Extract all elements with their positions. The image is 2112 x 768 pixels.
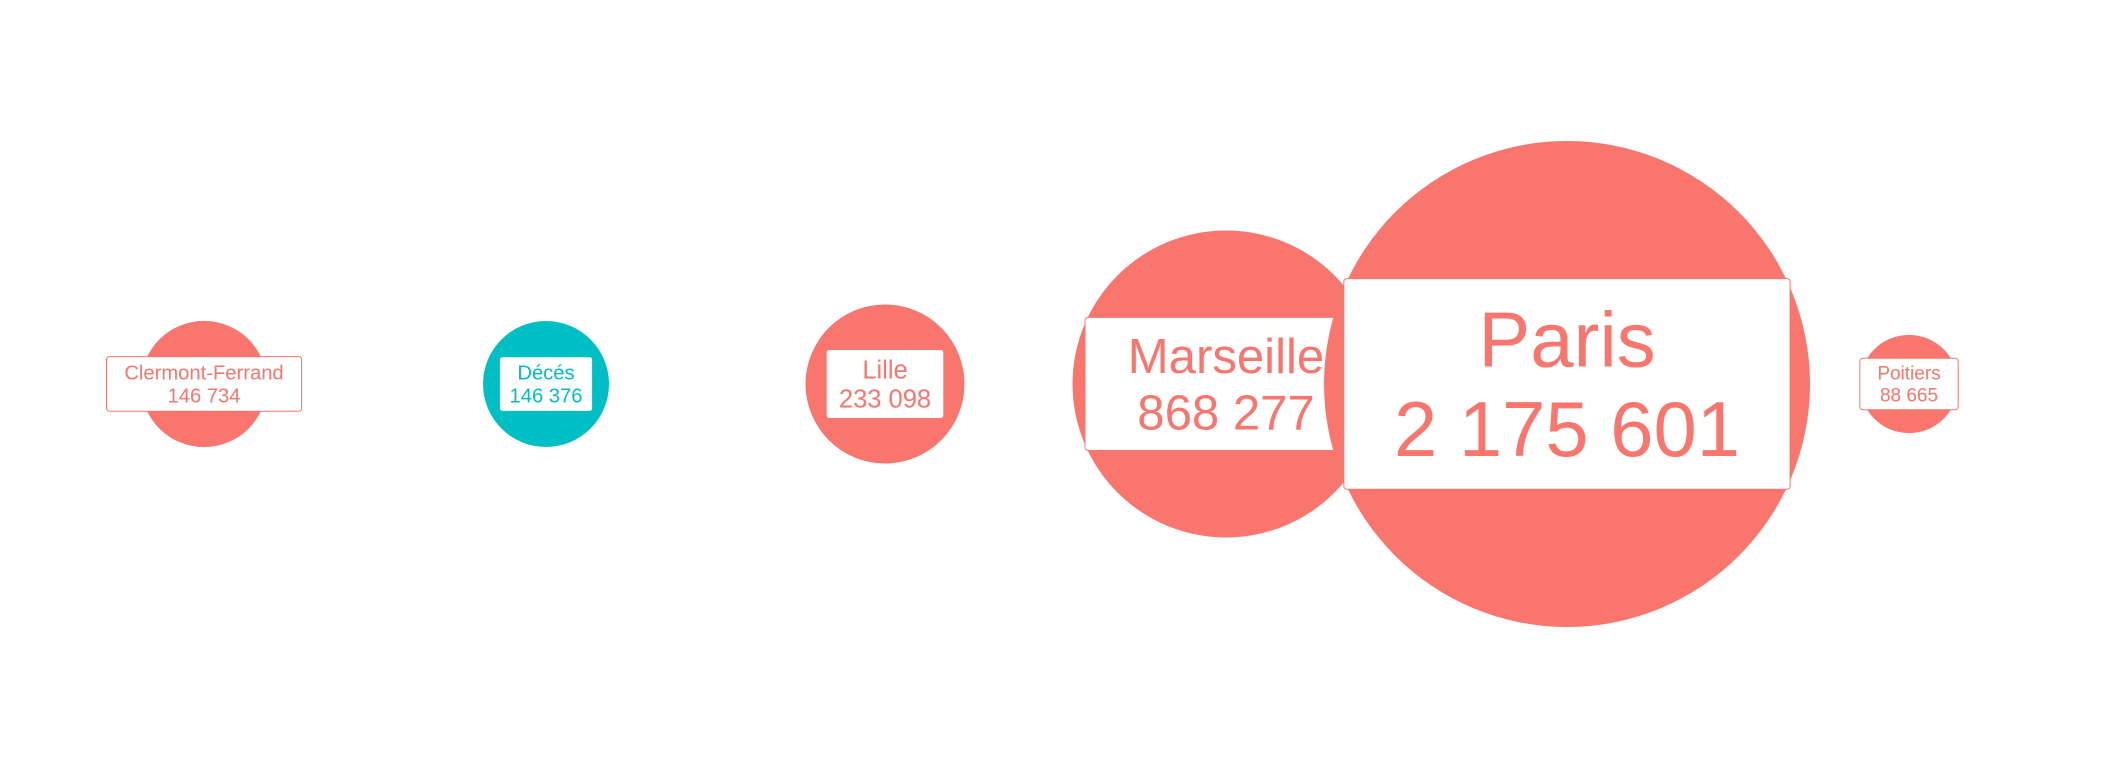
bubble-name-clermont-ferrand: Clermont-Ferrand <box>124 363 283 385</box>
bubble-name-lille: Lille <box>862 356 907 384</box>
bubble-value-lille: 233 098 <box>839 386 931 414</box>
bubble-poitiers: Poitiers88 665 <box>1859 334 1959 434</box>
bubble-name-poitiers: Poitiers <box>1877 364 1940 385</box>
bubble-clermont-ferrand: Clermont-Ferrand146 734 <box>106 320 303 448</box>
bubble-paris: Paris2 175 601 <box>1324 141 1810 627</box>
bubble-deces: Décés146 376 <box>483 321 609 447</box>
bubble-name-marseille: Marseille <box>1128 330 1324 384</box>
bubble-value-deces: 146 376 <box>510 386 583 408</box>
bubble-name-paris: Paris <box>1478 298 1655 384</box>
bubble-chart: Clermont-Ferrand 146 734 Décés 146 376 Lille… <box>0 0 2112 768</box>
bubble-value-poitiers: 88 665 <box>1880 386 1938 407</box>
bubble-name-deces: Décés <box>517 363 574 385</box>
bubble-lille: Lille233 098 <box>805 304 965 464</box>
bubble-value-clermont-ferrand: 146 734 <box>168 386 241 408</box>
bubble-value-paris: 2 175 601 <box>1394 387 1740 473</box>
bubble-value-marseille: 868 277 <box>1137 386 1314 440</box>
bubble-chart-svg: Clermont-Ferrand146 734 Décés146 376 Lille… <box>106 141 1959 627</box>
